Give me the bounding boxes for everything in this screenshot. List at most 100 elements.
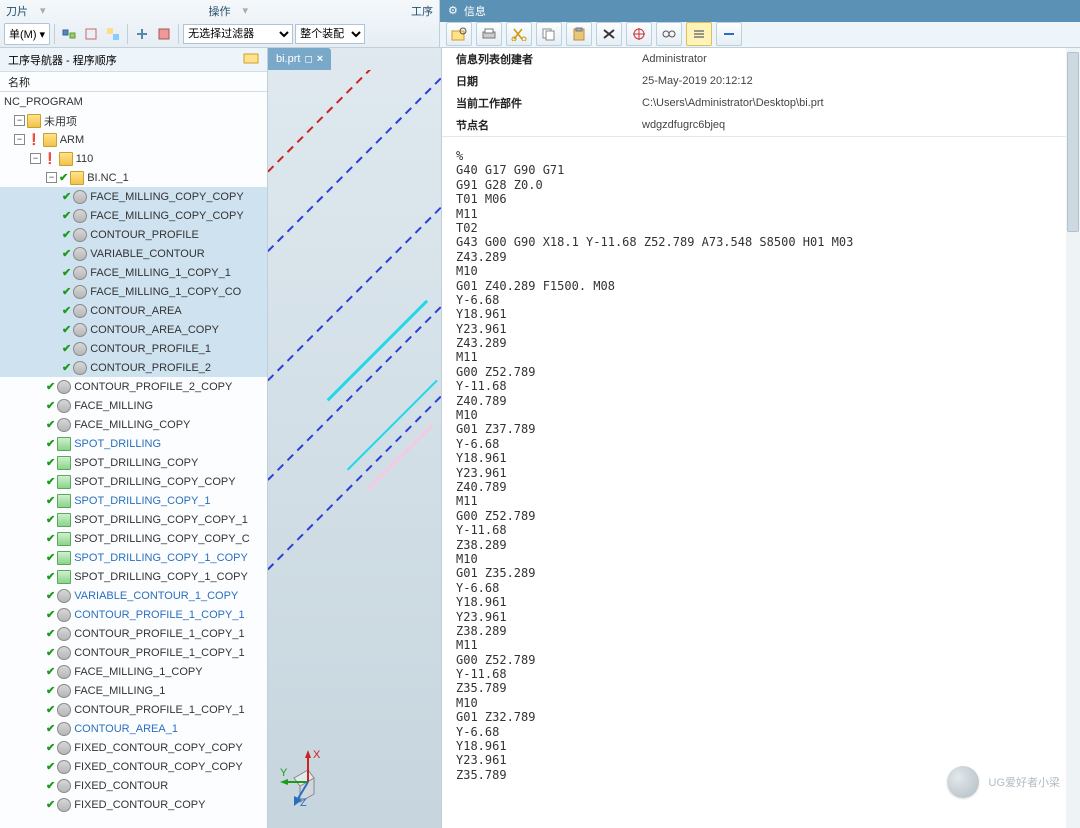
tree-op-node[interactable]: ✔CONTOUR_AREA_1 bbox=[0, 719, 267, 738]
link-icon[interactable] bbox=[656, 22, 682, 46]
tree-op-node[interactable]: ✔SPOT_DRILLING_COPY_1_COPY bbox=[0, 548, 267, 567]
meta-row: 信息列表创建者Administrator bbox=[442, 48, 1080, 70]
target-icon[interactable] bbox=[626, 22, 652, 46]
assembly-select[interactable]: 整个装配 bbox=[295, 24, 365, 44]
op-label: FIXED_CONTOUR bbox=[74, 780, 168, 792]
check-icon: ✔ bbox=[46, 760, 55, 773]
op-label: CONTOUR_PROFILE_1 bbox=[90, 343, 211, 355]
check-icon: ✔ bbox=[46, 722, 55, 735]
tree-op-node[interactable]: ✔CONTOUR_AREA bbox=[0, 301, 267, 320]
tree-op-node[interactable]: ✔FACE_MILLING_1_COPY bbox=[0, 662, 267, 681]
toolbar-icon[interactable] bbox=[103, 24, 123, 44]
tree-node-110[interactable]: −❗110 bbox=[0, 149, 267, 168]
op-icon bbox=[73, 209, 87, 223]
tab-pin-icon[interactable]: ◻ bbox=[304, 54, 312, 65]
tree-op-node[interactable]: ✔FACE_MILLING_COPY_COPY bbox=[0, 206, 267, 225]
print-icon[interactable] bbox=[476, 22, 502, 46]
tree-node-unused[interactable]: −未用项 bbox=[0, 111, 267, 130]
check-icon: ✔ bbox=[46, 570, 55, 583]
check-icon: ✔ bbox=[46, 779, 55, 792]
meta-value: wdgzdfugrc6bjeq bbox=[642, 119, 725, 131]
tree-op-node[interactable]: ✔CONTOUR_PROFILE_2_COPY bbox=[0, 377, 267, 396]
op-label: CONTOUR_PROFILE_1_COPY_1 bbox=[74, 647, 244, 659]
tree-op-node[interactable]: ✔CONTOUR_PROFILE_1_COPY_1 bbox=[0, 624, 267, 643]
tree-op-node[interactable]: ✔SPOT_DRILLING_COPY bbox=[0, 453, 267, 472]
op-icon bbox=[57, 532, 71, 546]
tree-op-node[interactable]: ✔CONTOUR_PROFILE bbox=[0, 225, 267, 244]
tree-op-node[interactable]: ✔SPOT_DRILLING_COPY_1 bbox=[0, 491, 267, 510]
toolbar-icon[interactable] bbox=[81, 24, 101, 44]
tree-op-node[interactable]: ✔CONTOUR_AREA_COPY bbox=[0, 320, 267, 339]
close-icon[interactable]: × bbox=[317, 53, 323, 65]
tree-op-node[interactable]: ✔FACE_MILLING bbox=[0, 396, 267, 415]
tree-op-node[interactable]: ✔CONTOUR_PROFILE_1_COPY_1 bbox=[0, 605, 267, 624]
tree-op-node[interactable]: ✔SPOT_DRILLING_COPY_COPY_1 bbox=[0, 510, 267, 529]
tree-op-node[interactable]: ✔VARIABLE_CONTOUR_1_COPY bbox=[0, 586, 267, 605]
op-icon bbox=[57, 418, 71, 432]
tree-op-node[interactable]: ✔VARIABLE_CONTOUR bbox=[0, 244, 267, 263]
toolbar-icon[interactable] bbox=[154, 24, 174, 44]
meta-row: 当前工作部件C:\Users\Administrator\Desktop\bi.… bbox=[442, 92, 1080, 114]
tree-node-binc[interactable]: −✔BI.NC_1 bbox=[0, 168, 267, 187]
tree-op-node[interactable]: ✔CONTOUR_PROFILE_1_COPY_1 bbox=[0, 700, 267, 719]
menu-button[interactable]: 单(M) ▾ bbox=[4, 23, 50, 45]
menu-item[interactable]: 工序 bbox=[411, 3, 433, 19]
navigator-title-bar: 工序导航器 - 程序顺序 bbox=[0, 48, 267, 72]
menu-row-left: 刀片 ▾ 操作 ▾ 工序 bbox=[0, 0, 439, 22]
top-right: ⚙ 信息 bbox=[440, 0, 1080, 47]
tree-op-node[interactable]: ✔FACE_MILLING_COPY bbox=[0, 415, 267, 434]
meta-value: 25-May-2019 20:12:12 bbox=[642, 75, 753, 87]
tree-op-node[interactable]: ✔SPOT_DRILLING_COPY_1_COPY bbox=[0, 567, 267, 586]
gcode-listing[interactable]: % G40 G17 G90 G71 G91 G28 Z0.0 T01 M06 M… bbox=[442, 137, 1080, 828]
op-label: FACE_MILLING_1_COPY_CO bbox=[90, 286, 241, 298]
tree-op-node[interactable]: ✔FIXED_CONTOUR_COPY bbox=[0, 795, 267, 814]
operation-tree[interactable]: NC_PROGRAM −未用项 −❗ARM −❗110 −✔BI.NC_1 ✔F… bbox=[0, 92, 267, 828]
tree-op-node[interactable]: ✔SPOT_DRILLING_COPY_COPY_C bbox=[0, 529, 267, 548]
viewport[interactable]: bi.prt ◻ × X Y Z bbox=[268, 48, 442, 828]
scene-3d[interactable] bbox=[268, 70, 441, 828]
tree-node-root[interactable]: NC_PROGRAM bbox=[0, 92, 267, 111]
tree-op-node[interactable]: ✔FACE_MILLING_1 bbox=[0, 681, 267, 700]
meta-value: C:\Users\Administrator\Desktop\bi.prt bbox=[642, 97, 824, 109]
tree-op-node[interactable]: ✔SPOT_DRILLING bbox=[0, 434, 267, 453]
scroll-thumb[interactable] bbox=[1067, 52, 1079, 232]
tree-op-node[interactable]: ✔CONTOUR_PROFILE_2 bbox=[0, 358, 267, 377]
column-header[interactable]: 名称 bbox=[0, 72, 267, 92]
menu-item[interactable]: 刀片 bbox=[6, 3, 28, 19]
tree-op-node[interactable]: ✔FACE_MILLING_1_COPY_1 bbox=[0, 263, 267, 282]
tree-op-node[interactable]: ✔FACE_MILLING_1_COPY_CO bbox=[0, 282, 267, 301]
toolbar-icon[interactable] bbox=[132, 24, 152, 44]
copy-icon[interactable] bbox=[536, 22, 562, 46]
tree-op-node[interactable]: ✔SPOT_DRILLING_COPY_COPY bbox=[0, 472, 267, 491]
file-tab[interactable]: bi.prt ◻ × bbox=[268, 48, 331, 70]
toolbar-icon[interactable] bbox=[59, 24, 79, 44]
menu-item[interactable]: 操作 bbox=[209, 3, 231, 19]
op-label: SPOT_DRILLING bbox=[74, 438, 161, 450]
list-icon[interactable] bbox=[686, 22, 712, 46]
folder-icon[interactable] bbox=[243, 52, 259, 67]
check-icon: ✔ bbox=[46, 589, 55, 602]
main: 工序导航器 - 程序顺序 名称 NC_PROGRAM −未用项 −❗ARM −❗… bbox=[0, 48, 1080, 828]
op-icon bbox=[57, 741, 71, 755]
open-icon[interactable] bbox=[446, 22, 472, 46]
tree-op-node[interactable]: ✔ FIXED_CONTOUR bbox=[0, 776, 267, 795]
op-label: FACE_MILLING_1 bbox=[74, 685, 165, 697]
tree-op-node[interactable]: ✔CONTOUR_PROFILE_1 bbox=[0, 339, 267, 358]
minimize-icon[interactable] bbox=[716, 22, 742, 46]
tree-node-arm[interactable]: −❗ARM bbox=[0, 130, 267, 149]
tree-op-node[interactable]: ✔FIXED_CONTOUR_COPY_COPY bbox=[0, 738, 267, 757]
filter-select[interactable]: 无选择过滤器 bbox=[183, 24, 293, 44]
op-icon bbox=[73, 228, 87, 242]
check-icon: ✔ bbox=[46, 456, 55, 469]
tree-op-node[interactable]: ✔FIXED_CONTOUR_COPY_COPY bbox=[0, 757, 267, 776]
tree-op-node[interactable]: ✔FACE_MILLING_COPY_COPY bbox=[0, 187, 267, 206]
check-icon: ✔ bbox=[46, 798, 55, 811]
op-icon bbox=[57, 456, 71, 470]
paste-icon[interactable] bbox=[566, 22, 592, 46]
cut-icon[interactable] bbox=[506, 22, 532, 46]
tree-op-node[interactable]: ✔CONTOUR_PROFILE_1_COPY_1 bbox=[0, 643, 267, 662]
scrollbar-vertical[interactable] bbox=[1066, 48, 1080, 828]
delete-icon[interactable] bbox=[596, 22, 622, 46]
meta-row: 日期25-May-2019 20:12:12 bbox=[442, 70, 1080, 92]
info-toolbar bbox=[440, 22, 1080, 47]
